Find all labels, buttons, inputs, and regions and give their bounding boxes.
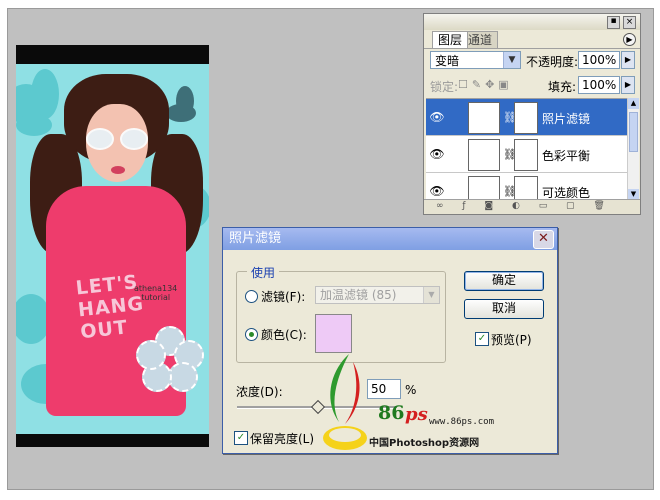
blend-mode-select[interactable]: 变暗 ▼ xyxy=(430,51,521,69)
filter-select-value: 加温滤镜 (85) xyxy=(320,288,397,302)
opacity-input[interactable]: 100% xyxy=(578,51,620,69)
layer-list: 👁 ⛓ 照片滤镜 👁 ⛓ 色彩平衡 👁 ⛓ 可选颜色 xyxy=(426,98,628,201)
layers-panel-titlebar[interactable]: ▪ × xyxy=(424,14,640,30)
layer-list-scrollbar[interactable]: ▲ ▼ xyxy=(627,98,639,200)
color-label: 颜色(C): xyxy=(261,328,307,342)
layer-mask-thumbnail[interactable] xyxy=(514,139,538,171)
chevron-down-icon: ▼ xyxy=(423,287,439,303)
color-swatch[interactable] xyxy=(315,314,352,353)
eye-icon[interactable]: 👁 xyxy=(428,184,446,198)
site-logo: 86 ps www.86ps.com 中国Photoshop资源网 xyxy=(309,352,519,456)
layer-row-photo-filter[interactable]: 👁 ⛓ 照片滤镜 xyxy=(426,99,628,136)
eye-icon[interactable]: 👁 xyxy=(428,147,446,161)
lock-icons[interactable]: ☐✎✥▣ xyxy=(458,78,513,91)
cancel-button[interactable]: 取消 xyxy=(464,299,544,319)
logo-caption: 中国Photoshop资源网 xyxy=(369,438,480,449)
ok-button[interactable]: 确定 xyxy=(464,271,544,291)
scrollbar-thumb[interactable] xyxy=(629,112,638,152)
fill-label: 填充: xyxy=(548,80,577,94)
filter-select[interactable]: 加温滤镜 (85) ▼ xyxy=(315,286,440,304)
opacity-slider-button[interactable]: ▶ xyxy=(621,51,635,69)
photo-canvas[interactable]: LET'S HANG OUT athena134 tutorial xyxy=(16,45,209,447)
panel-menu-icon[interactable]: ▶ xyxy=(623,33,636,46)
photo-watermark: athena134 tutorial xyxy=(134,284,178,302)
dialog-titlebar[interactable]: 照片滤镜 ✕ xyxy=(223,228,557,250)
opacity-label: 不透明度: xyxy=(526,55,579,69)
layer-row-selective-color[interactable]: 👁 ⛓ 可选颜色 xyxy=(426,173,628,201)
layer-name: 色彩平衡 xyxy=(542,149,591,163)
close-icon[interactable]: × xyxy=(623,16,636,29)
layers-tab-bar: 图层 通道 ▶ xyxy=(424,30,640,49)
minimize-icon[interactable]: ▪ xyxy=(607,16,620,29)
fill-slider-button[interactable]: ▶ xyxy=(621,76,635,94)
filter-radio[interactable] xyxy=(245,290,258,303)
fill-input[interactable]: 100% xyxy=(578,76,620,94)
blend-mode-value: 变暗 xyxy=(435,54,460,68)
adjustment-thumbnail xyxy=(468,139,500,171)
layer-mask-thumbnail[interactable] xyxy=(514,176,538,201)
filter-label: 滤镜(F): xyxy=(261,290,306,304)
density-label: 浓度(D): xyxy=(236,385,283,399)
chevron-down-icon: ▼ xyxy=(503,52,520,68)
dialog-title: 照片滤镜 xyxy=(229,231,282,246)
color-radio[interactable] xyxy=(245,328,258,341)
eye-icon[interactable]: 👁 xyxy=(428,110,446,124)
layers-panel: ▪ × 图层 通道 ▶ 变暗 ▼ 不透明度: 100% ▶ 锁定: ☐✎✥▣ 填… xyxy=(423,13,641,215)
tab-layers[interactable]: 图层 xyxy=(432,31,469,48)
preview-checkbox[interactable]: ✓ xyxy=(475,332,489,346)
preserve-luminosity-label: 保留亮度(L) xyxy=(250,432,315,446)
flower-graphic xyxy=(136,326,204,392)
logo-number: 86 xyxy=(378,402,405,424)
adjustment-thumbnail xyxy=(468,176,500,201)
layer-name: 照片滤镜 xyxy=(542,112,591,126)
preserve-luminosity-checkbox[interactable]: ✓ xyxy=(234,431,248,445)
logo-suffix: ps xyxy=(405,404,428,425)
close-icon[interactable]: ✕ xyxy=(533,230,554,249)
adjustment-thumbnail xyxy=(468,102,500,134)
layer-row-color-balance[interactable]: 👁 ⛓ 色彩平衡 xyxy=(426,136,628,173)
layers-bottom-toolbar[interactable]: ∞ ƒ ◙ ◐ ▭ ▢ 🗑 xyxy=(424,199,640,214)
use-group-title: 使用 xyxy=(247,264,280,281)
lock-label: 锁定: xyxy=(430,80,459,94)
photo-image: LET'S HANG OUT athena134 tutorial xyxy=(16,64,209,434)
logo-url: www.86ps.com xyxy=(429,417,495,427)
preview-label: 预览(P) xyxy=(491,333,532,347)
scroll-up-icon[interactable]: ▲ xyxy=(628,98,639,109)
use-group: 使用 滤镜(F): 加温滤镜 (85) ▼ 颜色(C): xyxy=(236,264,446,363)
layer-mask-thumbnail[interactable] xyxy=(514,102,538,134)
